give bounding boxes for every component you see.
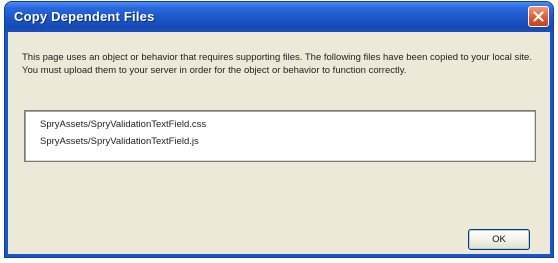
file-list: SpryAssets/SpryValidationTextField.css S…	[24, 110, 536, 162]
dialog-message: This page uses an object or behavior tha…	[22, 52, 532, 76]
dialog-title: Copy Dependent Files	[14, 9, 155, 24]
close-icon	[533, 11, 544, 22]
list-item: SpryAssets/SpryValidationTextField.css	[40, 119, 207, 130]
close-button[interactable]	[528, 6, 549, 27]
ok-button[interactable]: OK	[468, 229, 530, 250]
list-item: SpryAssets/SpryValidationTextField.js	[40, 136, 199, 147]
copy-dependent-files-dialog: Copy Dependent Files This page uses an o…	[5, 2, 553, 257]
title-bar[interactable]: Copy Dependent Files	[5, 2, 553, 32]
